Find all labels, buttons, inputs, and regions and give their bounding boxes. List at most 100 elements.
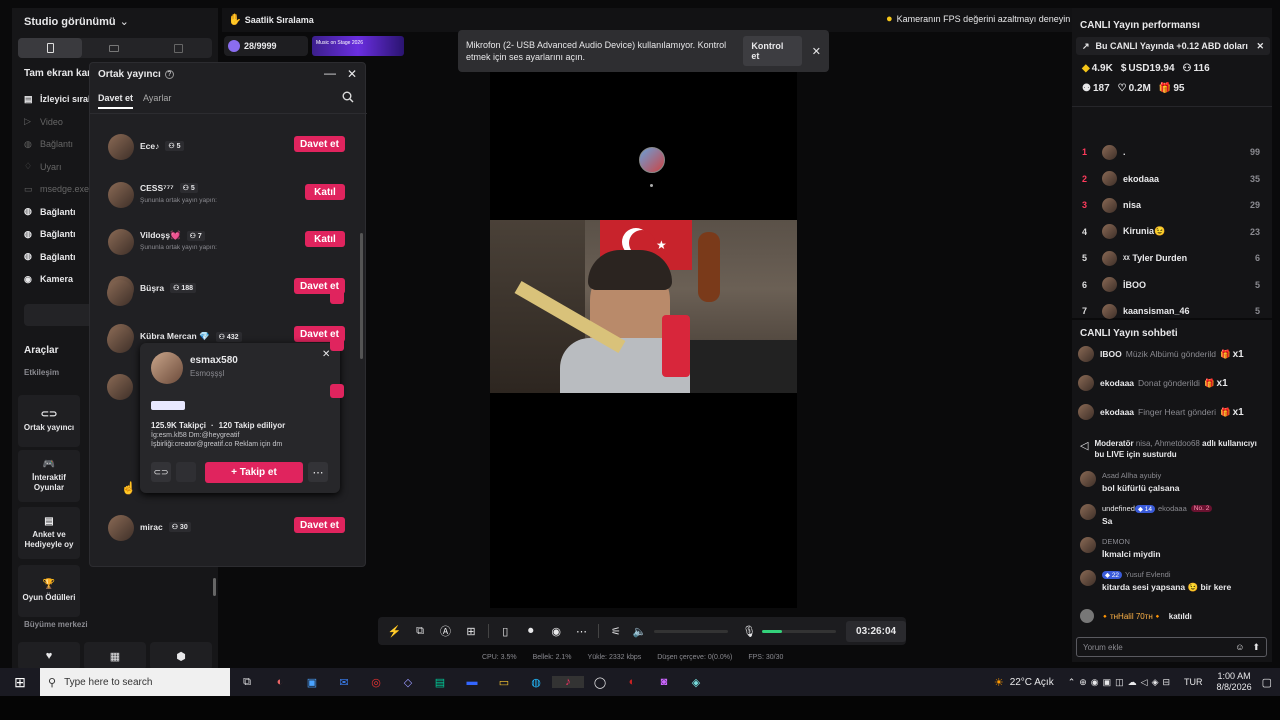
taskbar-search[interactable]: ⚲ Type here to search xyxy=(40,668,230,696)
ranking-row[interactable]: 1 . 99 xyxy=(1082,139,1260,166)
obs-icon[interactable]: ◯ xyxy=(584,676,616,689)
video-app-icon[interactable]: ▬ xyxy=(456,676,488,688)
badge-icon[interactable]: ⬢ xyxy=(150,642,212,670)
cohost-item[interactable]: CESS⁷⁷⁷ ⚇ 5 Şununla ortak yayın yapın: K… xyxy=(90,182,355,212)
source-item[interactable]: ◍ Bağlantı xyxy=(24,246,91,269)
ranking-row[interactable]: 2 ekodaaa 35 xyxy=(1082,166,1260,193)
switch-camera-icon[interactable]: ⧉ xyxy=(407,625,432,638)
tool-poll[interactable]: ▤ Anket ve Hediyeyle oy xyxy=(18,507,80,559)
check-button[interactable]: Kontrol et xyxy=(743,36,802,66)
notes-app-icon[interactable]: ◈ xyxy=(680,676,712,689)
mail-icon[interactable]: ✉ xyxy=(328,676,360,689)
cohost-action-button[interactable] xyxy=(330,337,344,351)
info-icon[interactable]: ? xyxy=(164,70,174,79)
opera-icon[interactable]: ◎ xyxy=(360,676,392,689)
record-app-icon[interactable]: ◐ xyxy=(616,676,648,688)
source-item[interactable]: ▤ İzleyici sıral xyxy=(24,88,91,111)
layout-icon[interactable] xyxy=(146,43,210,53)
cohost-scrollbar[interactable] xyxy=(360,233,363,359)
close-icon[interactable]: ✕ xyxy=(812,45,821,58)
cohost-action-button[interactable]: Katıl xyxy=(305,231,345,247)
volume-icon[interactable]: 🔈 xyxy=(629,625,651,638)
add-screen-icon[interactable]: ⊞ xyxy=(458,625,483,638)
mic-level-slider[interactable] xyxy=(761,629,837,633)
source-item[interactable]: ◍ Bağlantı xyxy=(24,133,91,156)
clip-icon[interactable]: ◉ xyxy=(543,625,568,638)
placeholder-button[interactable] xyxy=(176,462,196,482)
map-icon[interactable]: ▦ xyxy=(84,642,146,670)
windows-start-icon[interactable]: ⊞ xyxy=(0,674,40,691)
tab-invite[interactable]: Davet et xyxy=(98,93,134,109)
cohost-action-button[interactable] xyxy=(330,290,344,304)
source-item[interactable]: ♢ Uyarı xyxy=(24,156,91,179)
source-item[interactable]: ▷ Video xyxy=(24,111,91,134)
chat-app-icon[interactable]: ▤ xyxy=(424,676,456,689)
record-icon[interactable]: ⏺ xyxy=(518,625,543,638)
profile-avatar[interactable] xyxy=(151,352,183,384)
magic-wand-icon[interactable]: ⚡ xyxy=(382,625,407,638)
sidebar-scrollbar[interactable] xyxy=(213,578,216,596)
ranking-row[interactable]: 4 Kirunia😉 23 xyxy=(1082,219,1260,246)
chat-message[interactable]: ◆ 22 Yusuf Evlendi kitarda sesi yapsana … xyxy=(1080,569,1266,599)
store-icon[interactable]: ▣ xyxy=(296,676,328,689)
close-icon[interactable]: ✕ xyxy=(347,67,357,81)
tab-settings[interactable]: Ayarlar xyxy=(143,93,171,109)
more-icon[interactable]: ⋯ xyxy=(308,462,328,482)
edge-icon[interactable]: ◍ xyxy=(520,676,552,689)
cohost-action-button[interactable]: Davet et xyxy=(294,136,345,152)
source-item[interactable]: ◉ Kamera xyxy=(24,268,91,291)
weather-text[interactable]: 22°C Açık xyxy=(1010,677,1054,688)
close-icon[interactable]: ✕ xyxy=(1256,41,1264,52)
comment-input[interactable]: Yorum ekle ☺ ⬆ xyxy=(1076,637,1267,657)
music-on-stage-banner[interactable]: Music on Stage 2026 xyxy=(312,36,404,56)
volume-slider[interactable] xyxy=(654,629,729,633)
more-icon[interactable]: ⋯ xyxy=(569,625,594,638)
minimize-icon[interactable]: — xyxy=(324,66,336,80)
heart-icon[interactable]: ♥ xyxy=(18,642,80,670)
notification-icon[interactable]: ▢ xyxy=(1262,676,1272,689)
studio-view-selector[interactable]: Studio görünümü ⌄ xyxy=(24,15,129,29)
landscape-icon[interactable] xyxy=(82,44,146,52)
hourly-ranking[interactable]: ✋ Saatlik Sıralama xyxy=(228,13,314,26)
ranking-row[interactable]: 5 ᵡᵡ Tyler Durden 6 xyxy=(1082,245,1260,272)
tiktok-studio-icon[interactable]: ♪ xyxy=(552,676,584,688)
cohost-item[interactable]: Vildoşş💓 ⚇ 7 Şununla ortak yayın yapın: … xyxy=(90,229,355,259)
folder-icon[interactable]: ▭ xyxy=(488,676,520,689)
tool-trophy[interactable]: 🏆 Oyun Ödülleri xyxy=(18,565,80,617)
ranking-row[interactable]: 6 İBOO 5 xyxy=(1082,272,1260,299)
ranking-row[interactable]: 3 nisa 29 xyxy=(1082,192,1260,219)
portrait-icon[interactable] xyxy=(18,38,82,58)
chat-message[interactable]: Asad Allha ayubiy bol küfürlü çalsana xyxy=(1080,470,1266,500)
cohost-action-button[interactable] xyxy=(330,384,344,398)
orientation-toggle[interactable] xyxy=(18,38,212,58)
cohost-item[interactable]: mirac ⚇ 30 Davet et xyxy=(90,515,355,545)
chat-message[interactable]: DEMON İkmalci miydin xyxy=(1080,536,1266,566)
earnings-promo[interactable]: ↗ Bu CANLI Yayında +0.12 ABD doları ✕ xyxy=(1076,37,1270,55)
app-icon[interactable]: ◇ xyxy=(392,676,424,689)
cohost-action-button[interactable]: Davet et xyxy=(294,517,345,533)
chat-message[interactable]: undefined ◆ 14 ekodaaa No. 2 Sa xyxy=(1080,503,1266,533)
camera-app-icon[interactable]: ◙ xyxy=(648,676,680,688)
tray-icons[interactable]: ⌃⊕◉▣◫☁◁◈⊟ xyxy=(1068,677,1174,688)
cohost-item[interactable]: Ece♪ ⚇ 5 Davet et xyxy=(90,134,355,164)
emoji-icon[interactable]: ☺ xyxy=(1235,642,1244,652)
search-icon[interactable] xyxy=(342,91,354,103)
follow-button[interactable]: + Takip et xyxy=(205,462,303,483)
hourly-count-box[interactable]: 28/9999 xyxy=(224,36,308,56)
source-item[interactable]: ◍ Bağlantı xyxy=(24,201,91,224)
tool-cohost[interactable]: ⊂⊃ Ortak yayıncı xyxy=(18,395,80,447)
clock[interactable]: 1:00 AM 8/8/2026 xyxy=(1217,671,1252,693)
tool-gamepad[interactable]: 🎮 İnteraktif Oyunlar xyxy=(18,450,80,502)
settings-sliders-icon[interactable]: ⚟ xyxy=(603,625,628,638)
task-view-icon[interactable]: ⧉ xyxy=(230,676,264,689)
language-indicator[interactable]: TUR xyxy=(1184,677,1203,687)
send-icon[interactable]: ⬆ xyxy=(1252,642,1260,653)
source-item[interactable]: ▭ msedge.exe xyxy=(24,178,91,201)
link-icon[interactable]: ⊂⊃ xyxy=(151,462,171,482)
microphone-icon[interactable]: 🎙 xyxy=(736,625,761,638)
source-item[interactable]: ◍ Bağlantı xyxy=(24,223,91,246)
copilot-icon[interactable]: ◐ xyxy=(264,676,296,688)
ai-icon[interactable]: Ⓐ xyxy=(433,623,458,639)
cohost-action-button[interactable]: Katıl xyxy=(305,184,345,200)
portrait-icon[interactable]: ▯ xyxy=(493,625,518,638)
